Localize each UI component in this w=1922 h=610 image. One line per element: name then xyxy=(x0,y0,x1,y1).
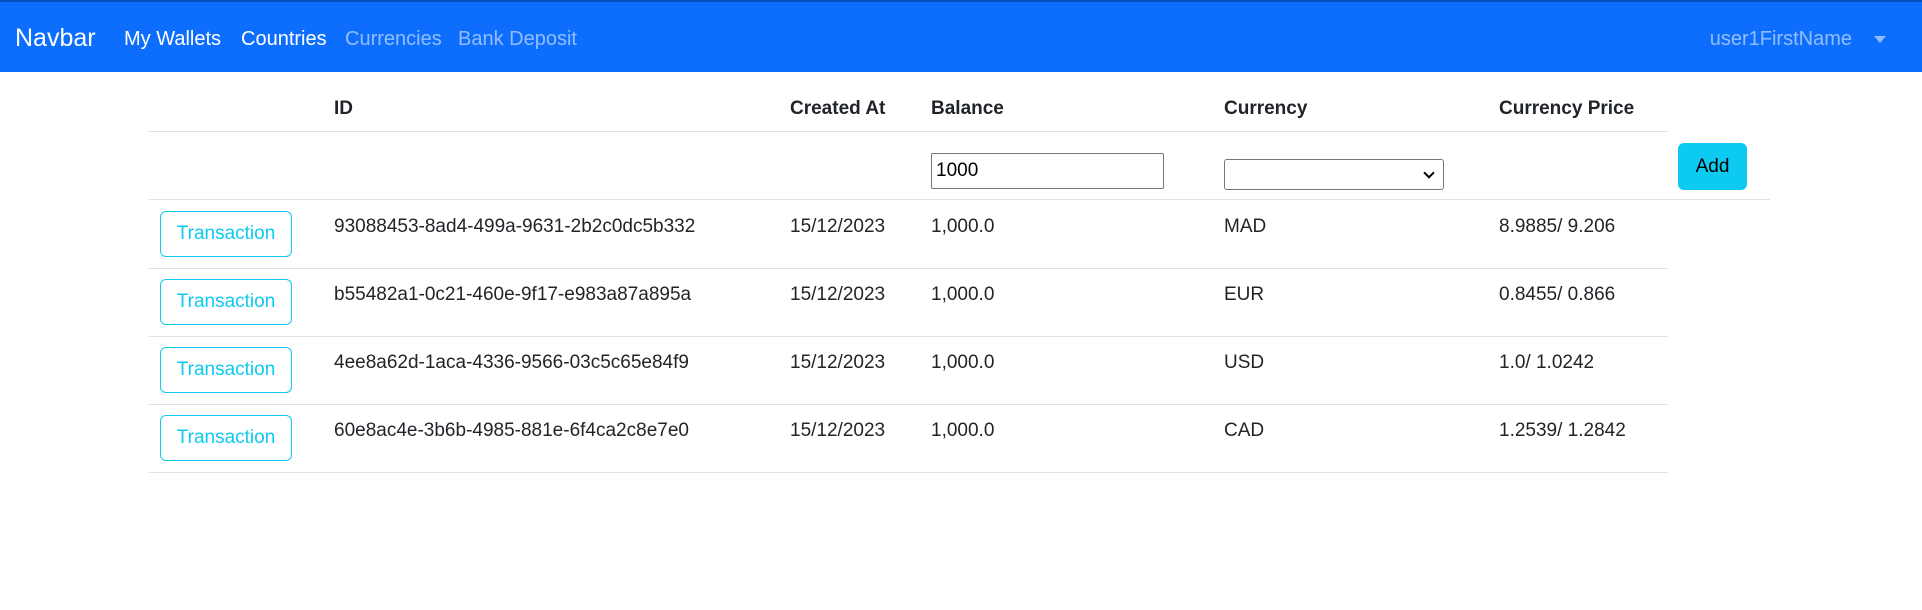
cell-currency-price: 0.8455/ 0.866 xyxy=(1499,284,1616,305)
form-divider xyxy=(149,199,1770,200)
cell-currency: EUR xyxy=(1224,284,1265,305)
nav-link-countries[interactable]: Countries xyxy=(241,28,327,51)
cell-balance: 1,000.0 xyxy=(931,420,995,441)
cell-currency: USD xyxy=(1224,352,1265,373)
nav-link-currencies[interactable]: Currencies xyxy=(345,28,442,51)
header-id: ID xyxy=(334,98,353,119)
cell-id: 60e8ac4e-3b6b-4985-881e-6f4ca2c8e7e0 xyxy=(334,420,689,441)
header-created-at: Created At xyxy=(790,98,886,119)
row-divider xyxy=(149,404,1668,405)
nav-link-bank-deposit[interactable]: Bank Deposit xyxy=(458,28,577,51)
cell-currency-price: 8.9885/ 9.206 xyxy=(1499,216,1616,237)
currency-select[interactable] xyxy=(1224,159,1444,190)
header-divider xyxy=(149,131,1668,132)
cell-balance: 1,000.0 xyxy=(931,216,995,237)
transaction-button[interactable]: Transaction xyxy=(160,279,292,325)
transaction-button[interactable]: Transaction xyxy=(160,347,292,393)
navbar-brand[interactable]: Navbar xyxy=(15,24,96,53)
add-button[interactable]: Add xyxy=(1678,143,1747,190)
row-divider xyxy=(149,336,1668,337)
cell-created-at: 15/12/2023 xyxy=(790,352,886,373)
cell-balance: 1,000.0 xyxy=(931,284,995,305)
caret-down-icon xyxy=(1874,36,1886,43)
transaction-button[interactable]: Transaction xyxy=(160,211,292,257)
nav-link-my-wallets[interactable]: My Wallets xyxy=(124,28,221,51)
chevron-down-icon xyxy=(1423,167,1435,179)
row-divider xyxy=(149,268,1668,269)
transaction-button[interactable]: Transaction xyxy=(160,415,292,461)
cell-created-at: 15/12/2023 xyxy=(790,420,886,441)
balance-input[interactable] xyxy=(931,153,1164,189)
cell-currency-price: 1.2539/ 1.2842 xyxy=(1499,420,1626,441)
cell-id: 93088453-8ad4-499a-9631-2b2c0dc5b332 xyxy=(334,216,696,237)
cell-currency: CAD xyxy=(1224,420,1265,441)
header-currency: Currency xyxy=(1224,98,1308,119)
cell-created-at: 15/12/2023 xyxy=(790,216,886,237)
cell-created-at: 15/12/2023 xyxy=(790,284,886,305)
cell-id: b55482a1-0c21-460e-9f17-e983a87a895a xyxy=(334,284,692,305)
cell-currency: MAD xyxy=(1224,216,1267,237)
cell-balance: 1,000.0 xyxy=(931,352,995,373)
cell-id: 4ee8a62d-1aca-4336-9566-03c5c65e84f9 xyxy=(334,352,689,373)
header-balance: Balance xyxy=(931,98,1004,119)
row-divider xyxy=(149,472,1668,473)
cell-currency-price: 1.0/ 1.0242 xyxy=(1499,352,1595,373)
header-currency-price: Currency Price xyxy=(1499,98,1635,119)
user-dropdown[interactable]: user1FirstName xyxy=(1710,28,1886,51)
user-name: user1FirstName xyxy=(1709,28,1852,50)
navbar: Navbar My Wallets Countries Currencies B… xyxy=(0,0,1922,72)
